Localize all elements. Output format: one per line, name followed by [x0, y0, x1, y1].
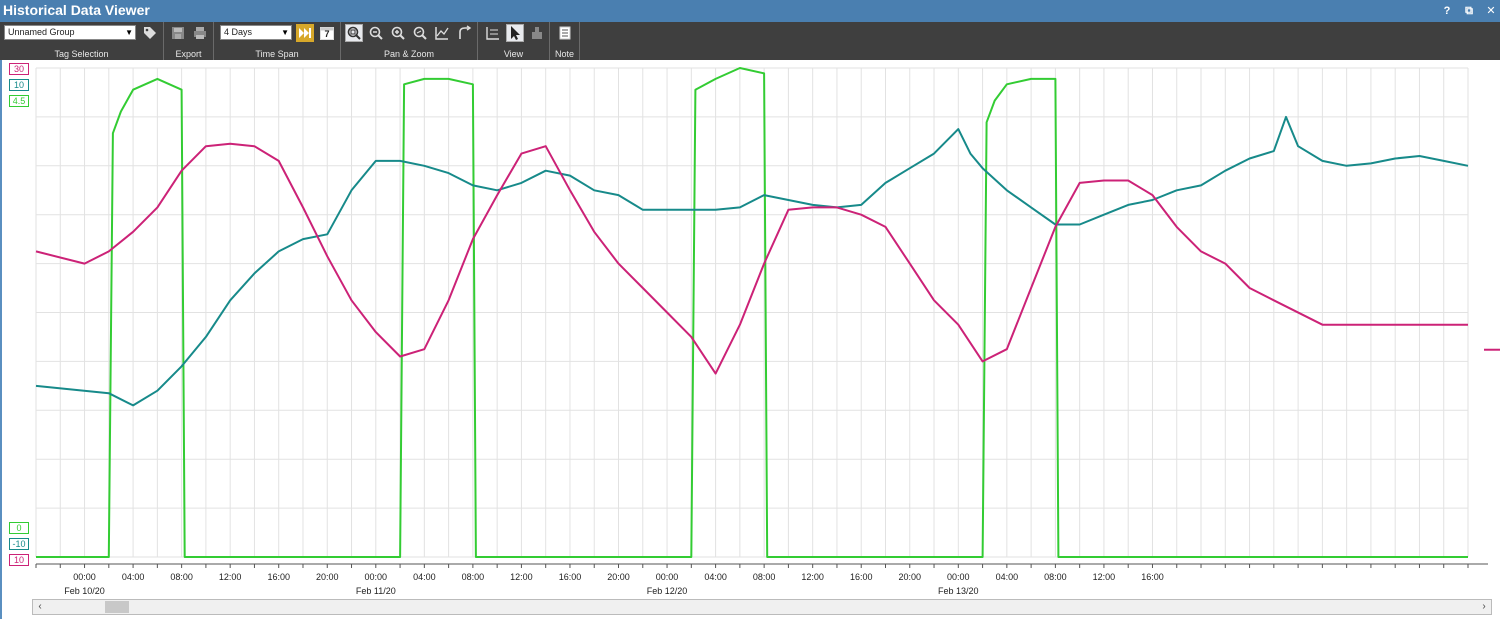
x-axis: 00:00 04:00 08:00 12:00 16:00 20:00 00:00 04:00… [35, 563, 1488, 596]
x-tick-label: 04:00 [122, 572, 145, 582]
time-scrollbar[interactable]: ‹ › [32, 599, 1492, 615]
calendar-icon[interactable]: 7 [318, 24, 336, 42]
group-select[interactable]: Unnamed Group ▼ [4, 25, 136, 40]
trend-chart[interactable]: 00:00 04:00 08:00 12:00 16:00 20:00 00:00 04:00… [2, 60, 1500, 599]
y-axis-min-label: -10 [9, 538, 29, 550]
view-group: View [478, 22, 550, 60]
x-tick-label: 12:00 [510, 572, 533, 582]
y-axis-max-label: 30 [9, 63, 29, 75]
chevron-down-icon: ▼ [125, 28, 133, 37]
series-line-2 [35, 142, 1468, 375]
zoom-in-icon[interactable] [389, 24, 407, 42]
note-icon[interactable] [556, 24, 574, 42]
cursor-icon[interactable] [506, 24, 524, 42]
view-label: View [503, 49, 524, 59]
calendar-day: 7 [324, 29, 330, 39]
skip-to-end-icon[interactable] [296, 24, 314, 42]
date-label: Feb 11/20 [356, 586, 396, 596]
note-label: Note [554, 49, 574, 59]
chevron-right-icon[interactable]: › [1477, 600, 1491, 614]
x-tick-label: 16:00 [850, 572, 873, 582]
x-tick-label: 20:00 [898, 572, 921, 582]
y-axis-max-label: 4.5 [9, 95, 29, 107]
print-icon[interactable] [191, 24, 209, 42]
x-tick-label: 08:00 [170, 572, 193, 582]
tag-selection-group: Unnamed Group ▼ Tag Selection [0, 22, 164, 60]
x-tick-label: 20:00 [316, 572, 339, 582]
toolbar: Unnamed Group ▼ Tag Selection Export 4 D… [0, 22, 1500, 60]
scroll-thumb[interactable] [105, 601, 129, 613]
x-tick-label: 00:00 [365, 572, 388, 582]
x-tick-label: 04:00 [413, 572, 436, 582]
x-tick-label: 12:00 [1093, 572, 1116, 582]
date-label: Feb 10/20 [64, 586, 105, 596]
x-tick-label: 04:00 [704, 572, 727, 582]
help-button[interactable]: ? [1440, 4, 1454, 18]
chevron-left-icon[interactable]: ‹ [33, 600, 47, 614]
timespan-select[interactable]: 4 Days ▼ [220, 25, 292, 40]
export-group: Export [164, 22, 214, 60]
undo-zoom-icon[interactable] [455, 24, 473, 42]
zoom-fit-icon[interactable] [345, 24, 363, 42]
x-tick-label: 16:00 [267, 572, 290, 582]
x-tick-label: 20:00 [607, 572, 630, 582]
timespan-select-value: 4 Days [224, 27, 253, 37]
y-axis-max-label: 10 [9, 79, 29, 91]
save-icon[interactable] [169, 24, 187, 42]
x-tick-label: 12:00 [219, 572, 242, 582]
title-bar: Historical Data Viewer ? ⧉ ✕ [0, 0, 1500, 22]
tag-selection-label: Tag Selection [54, 49, 109, 59]
restore-button[interactable]: ⧉ [1462, 4, 1476, 18]
pan-zoom-label: Pan & Zoom [383, 49, 435, 59]
date-label: Feb 12/20 [647, 586, 688, 596]
export-label: Export [175, 49, 202, 59]
x-tick-label: 08:00 [462, 572, 485, 582]
y-axis-min-label: 10 [9, 554, 29, 566]
group-select-value: Unnamed Group [8, 27, 75, 37]
x-tick-label: 00:00 [947, 572, 970, 582]
tag-icon[interactable] [141, 24, 159, 42]
x-tick-label: 16:00 [1141, 572, 1164, 582]
chart-axis-icon[interactable] [433, 24, 451, 42]
pan-zoom-group: Pan & Zoom [341, 22, 478, 60]
chart-grid [35, 67, 1469, 558]
x-tick-label: 12:00 [801, 572, 824, 582]
date-label: Feb 13/20 [938, 586, 979, 596]
x-tick-label: 00:00 [73, 572, 96, 582]
note-group: Note [550, 22, 580, 60]
chart-area[interactable]: 00:00 04:00 08:00 12:00 16:00 20:00 00:00 04:00… [0, 60, 1500, 619]
time-span-group: 4 Days ▼ 7 Time Span [214, 22, 341, 60]
time-span-label: Time Span [255, 49, 299, 59]
x-tick-label: 08:00 [1044, 572, 1067, 582]
x-tick-label: 04:00 [996, 572, 1019, 582]
close-button[interactable]: ✕ [1484, 4, 1498, 18]
legend-icon[interactable] [484, 24, 502, 42]
zoom-y-icon[interactable] [411, 24, 429, 42]
x-tick-label: 00:00 [656, 572, 679, 582]
zoom-out-icon[interactable] [367, 24, 385, 42]
pan-icon[interactable] [528, 24, 546, 42]
x-tick-label: 08:00 [753, 572, 776, 582]
x-tick-label: 16:00 [559, 572, 582, 582]
window-title: Historical Data Viewer [3, 2, 150, 18]
series-line-1 [35, 115, 1469, 407]
chevron-down-icon: ▼ [281, 28, 289, 37]
y-axis-min-label: 0 [9, 522, 29, 534]
